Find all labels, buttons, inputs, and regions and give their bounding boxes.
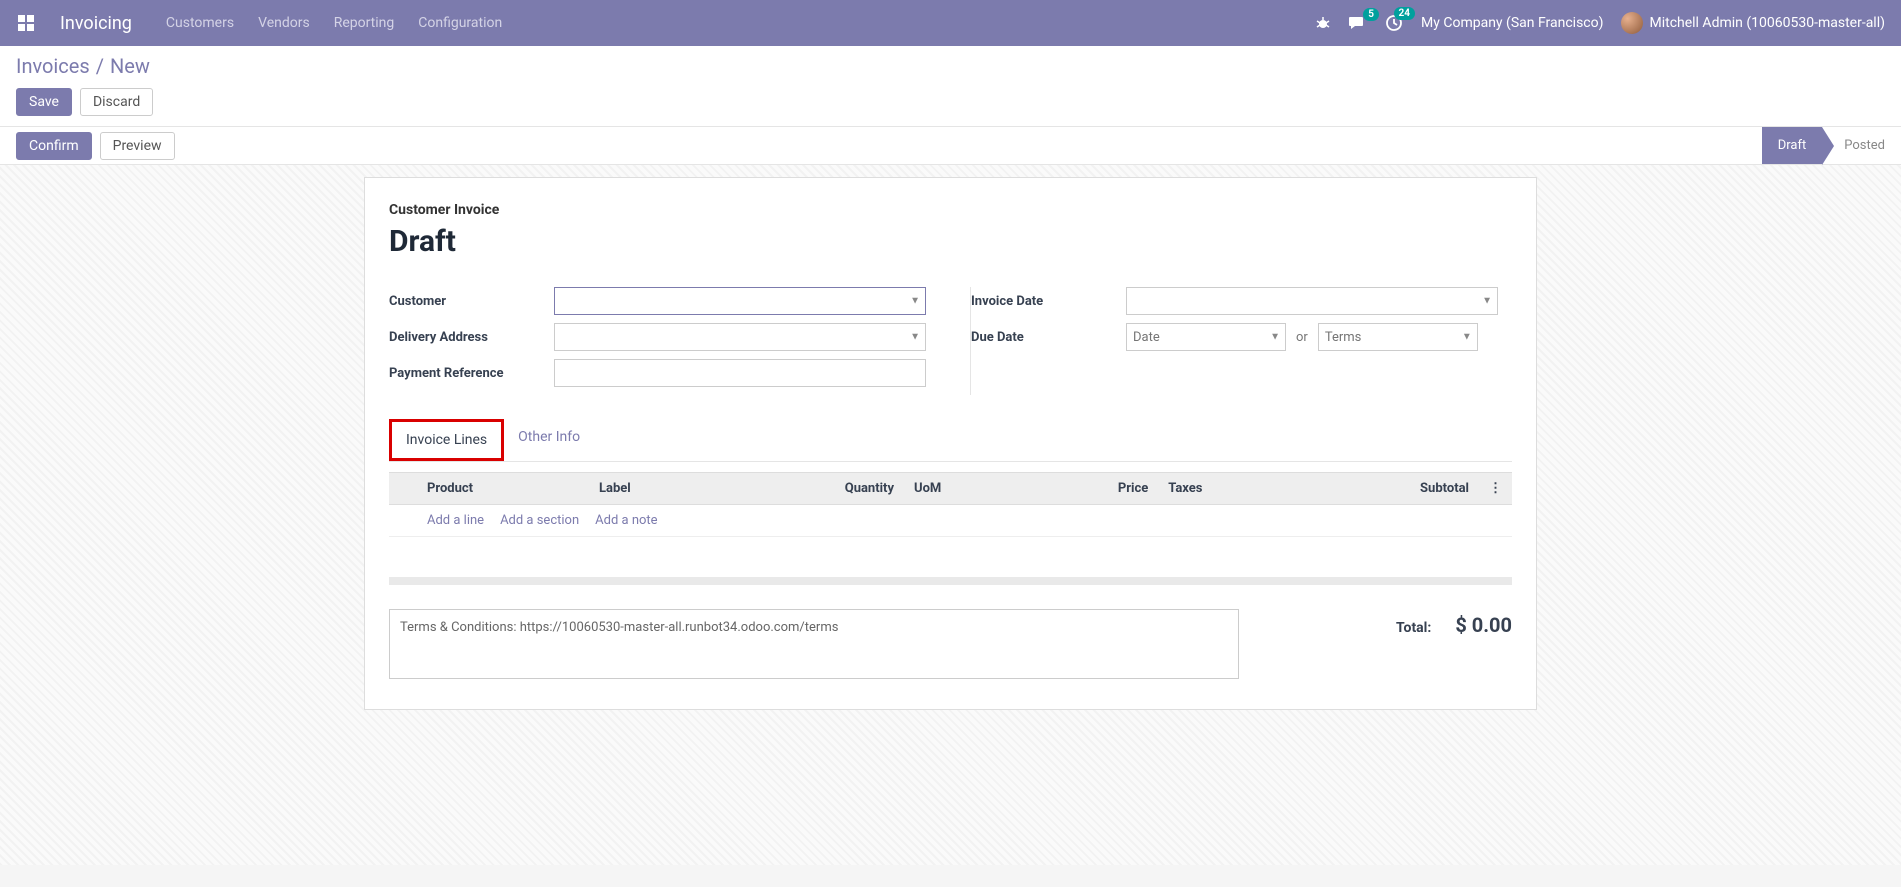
breadcrumb-root[interactable]: Invoices [16,54,90,78]
page-title: Draft [389,224,1512,259]
due-date-label: Due Date [971,330,1126,345]
col-subtotal[interactable]: Subtotal [1299,473,1479,505]
menu-configuration[interactable]: Configuration [418,15,502,31]
invoice-date-label: Invoice Date [971,294,1126,309]
form-background: Customer Invoice Draft Customer ▼ Delive… [0,165,1901,865]
avatar-icon [1621,12,1643,34]
col-taxes[interactable]: Taxes [1158,473,1299,505]
table-add-row: Add a line Add a section Add a note [389,505,1512,537]
field-group-left: Customer ▼ Delivery Address ▼ Payment Re… [389,287,930,395]
col-price[interactable]: Price [1027,473,1158,505]
debug-icon[interactable] [1315,15,1331,31]
status-draft[interactable]: Draft [1762,127,1823,164]
totals-block: Total: $ 0.00 [1312,609,1512,637]
col-quantity[interactable]: Quantity [724,473,904,505]
preview-button[interactable]: Preview [100,132,175,160]
app-name[interactable]: Invoicing [60,13,132,34]
delivery-address-label: Delivery Address [389,330,554,345]
payment-terms-field[interactable] [1318,323,1478,351]
total-label: Total: [1396,620,1431,636]
status-steps: Draft Posted [1762,127,1901,164]
add-section-link[interactable]: Add a section [500,513,579,528]
messages-icon[interactable]: 5 [1349,15,1367,31]
col-handle [389,473,417,505]
apps-icon[interactable] [16,13,36,33]
confirm-button[interactable]: Confirm [16,132,92,160]
top-navbar: Invoicing Customers Vendors Reporting Co… [0,0,1901,46]
tab-other-info[interactable]: Other Info [504,419,594,461]
col-product[interactable]: Product [417,473,589,505]
discard-button[interactable]: Discard [80,88,153,116]
form-sheet: Customer Invoice Draft Customer ▼ Delive… [364,177,1537,710]
user-menu[interactable]: Mitchell Admin (10060530-master-all) [1621,12,1885,34]
status-bar: Confirm Preview Draft Posted [0,127,1901,165]
sheet-footer: Terms & Conditions: https://10060530-mas… [389,609,1512,679]
record-buttons: Save Discard [16,88,1885,116]
breadcrumb-separator: / [96,54,104,78]
payment-reference-field[interactable] [554,359,926,387]
statusbar-buttons: Confirm Preview [16,132,175,160]
col-label[interactable]: Label [589,473,724,505]
messages-badge: 5 [1363,8,1379,21]
menu-vendors[interactable]: Vendors [258,15,310,31]
activities-icon[interactable]: 24 [1385,14,1403,32]
due-date-or: or [1296,330,1308,345]
delivery-address-field[interactable] [554,323,926,351]
col-uom[interactable]: UoM [904,473,1027,505]
breadcrumb: Invoices / New [16,54,1885,78]
user-name: Mitchell Admin (10060530-master-all) [1649,15,1885,31]
invoice-lines-table: Product Label Quantity UoM Price Taxes S… [389,472,1512,537]
status-posted[interactable]: Posted [1822,127,1901,164]
navbar-left: Invoicing Customers Vendors Reporting Co… [16,13,1315,34]
activities-badge: 24 [1394,7,1415,20]
total-value: $ 0.00 [1455,613,1512,637]
field-group-right: Invoice Date ▼ Due Date ▼ or [970,287,1512,395]
customer-field[interactable] [554,287,926,315]
terms-and-conditions[interactable]: Terms & Conditions: https://10060530-mas… [389,609,1239,679]
move-type-label: Customer Invoice [389,202,1512,218]
notebook-tabs: Invoice Lines Other Info [389,419,1512,462]
navbar-right: 5 24 My Company (San Francisco) Mitchell… [1315,12,1885,34]
menu-reporting[interactable]: Reporting [334,15,395,31]
table-resize-handle[interactable] [389,577,1512,585]
field-groups: Customer ▼ Delivery Address ▼ Payment Re… [389,287,1512,395]
company-selector[interactable]: My Company (San Francisco) [1421,15,1603,31]
breadcrumb-current: New [110,54,150,78]
control-panel: Invoices / New Save Discard [0,46,1901,127]
tab-invoice-lines[interactable]: Invoice Lines [389,419,504,461]
add-line-link[interactable]: Add a line [427,513,484,528]
save-button[interactable]: Save [16,88,72,116]
add-note-link[interactable]: Add a note [595,513,657,528]
col-options[interactable]: ⋮ [1479,473,1512,505]
payment-reference-label: Payment Reference [389,366,554,381]
customer-label: Customer [389,294,554,309]
due-date-field[interactable] [1126,323,1286,351]
kebab-icon[interactable]: ⋮ [1489,481,1502,496]
invoice-date-field[interactable] [1126,287,1498,315]
menu-customers[interactable]: Customers [166,15,234,31]
